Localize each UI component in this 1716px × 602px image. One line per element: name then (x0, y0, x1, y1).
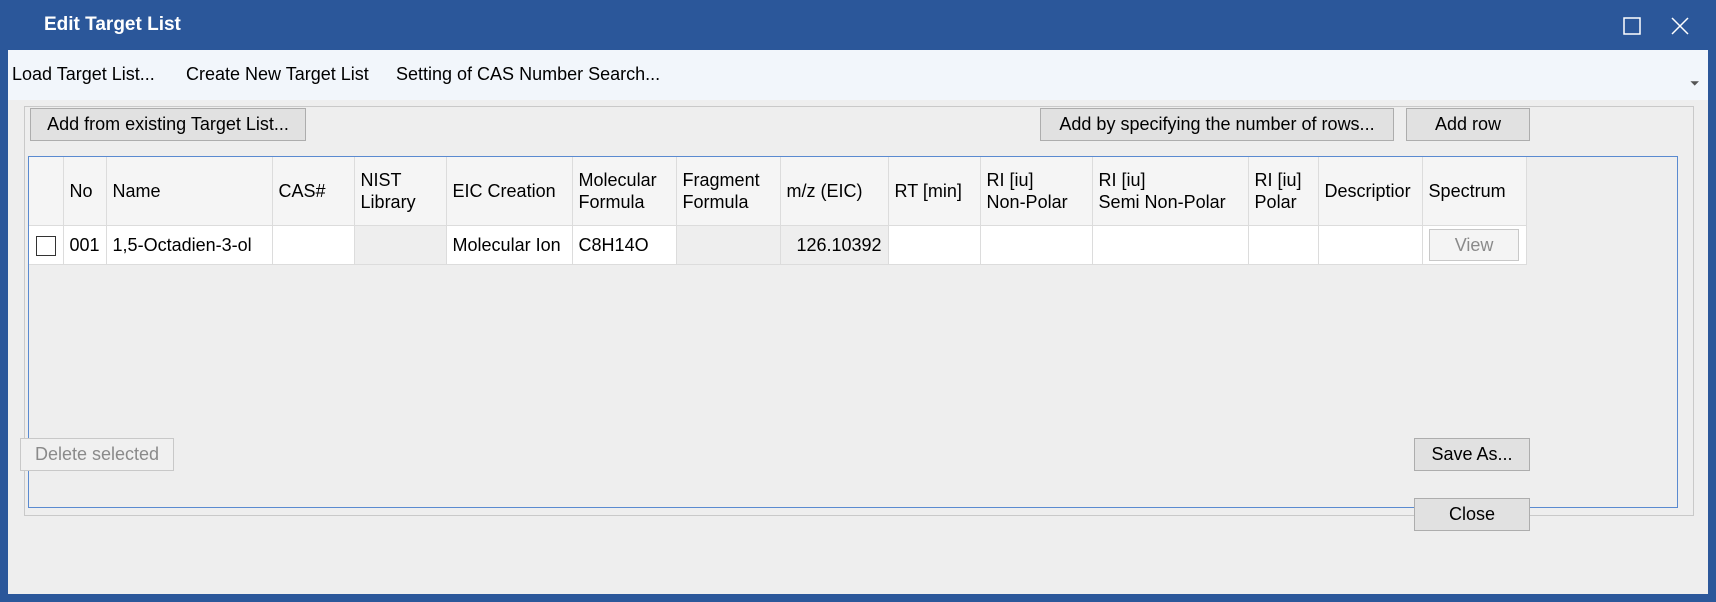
row-select-cell[interactable] (29, 225, 64, 265)
delete-selected-button[interactable]: Delete selected (20, 438, 174, 471)
add-by-rows-button[interactable]: Add by specifying the number of rows... (1040, 108, 1394, 141)
row-checkbox[interactable] (35, 235, 56, 256)
cell-ri-seminonpolar[interactable] (1092, 225, 1249, 265)
maximize-button[interactable] (1612, 8, 1652, 44)
cell-ri-polar[interactable] (1248, 225, 1319, 265)
add-row-button[interactable]: Add row (1406, 108, 1530, 141)
target-table: No Name CAS# NIST Library EIC Creation M… (29, 157, 1527, 265)
cell-cas[interactable] (272, 225, 355, 265)
col-header-mz-eic[interactable]: m/z (EIC) (780, 157, 889, 226)
col-header-description[interactable]: Descriptior (1318, 157, 1423, 226)
cell-spectrum: View (1422, 225, 1527, 265)
cell-molecular-formula[interactable]: C8H14O (572, 225, 677, 265)
cell-no[interactable]: 001 (63, 225, 107, 265)
menu-create-new-target-list[interactable]: Create New Target List (186, 64, 369, 85)
dialog-body: Load Target List... Create New Target Li… (8, 50, 1708, 594)
overflow-chevron-icon[interactable]: ⏷ (1690, 76, 1700, 91)
col-header-select (29, 157, 64, 226)
col-header-ri-polar[interactable]: RI [iu] Polar (1248, 157, 1319, 226)
add-from-existing-button[interactable]: Add from existing Target List... (30, 108, 306, 141)
save-as-button[interactable]: Save As... (1414, 438, 1530, 471)
menu-cas-number-search-setting[interactable]: Setting of CAS Number Search... (396, 64, 660, 85)
view-spectrum-button[interactable]: View (1429, 229, 1520, 261)
table-row[interactable]: 001 1,5-Octadien-3-ol Molecular Ion C8H1… (29, 225, 1527, 265)
cell-mz-eic: 126.10392 (780, 225, 889, 265)
col-header-ri-seminonpolar[interactable]: RI [iu] Semi Non-Polar (1092, 157, 1249, 226)
close-button[interactable]: Close (1414, 498, 1530, 531)
cell-nist-library (354, 225, 447, 265)
col-header-no[interactable]: No (63, 157, 107, 226)
menu-bar: Load Target List... Create New Target Li… (8, 50, 1708, 100)
cell-description[interactable] (1318, 225, 1423, 265)
window-title: Edit Target List (44, 14, 181, 35)
edit-target-list-window: Edit Target List Load Target List... Cre… (0, 0, 1716, 602)
col-header-name[interactable]: Name (106, 157, 273, 226)
menu-load-target-list[interactable]: Load Target List... (12, 64, 155, 85)
col-header-molecular-formula[interactable]: Molecular Formula (572, 157, 677, 226)
cell-ri-nonpolar[interactable] (980, 225, 1093, 265)
close-window-button[interactable] (1660, 8, 1700, 44)
col-header-nist-library[interactable]: NIST Library (354, 157, 447, 226)
col-header-fragment-formula[interactable]: Fragment Formula (676, 157, 781, 226)
cell-name[interactable]: 1,5-Octadien-3-ol (106, 225, 273, 265)
col-header-eic-creation[interactable]: EIC Creation (446, 157, 573, 226)
cell-fragment-formula (676, 225, 781, 265)
col-header-rt[interactable]: RT [min] (888, 157, 981, 226)
col-header-ri-nonpolar[interactable]: RI [iu] Non-Polar (980, 157, 1093, 226)
cell-eic-creation[interactable]: Molecular Ion (446, 225, 573, 265)
col-header-spectrum[interactable]: Spectrum (1422, 157, 1527, 226)
title-bar: Edit Target List (0, 0, 1716, 50)
cell-rt[interactable] (888, 225, 981, 265)
maximize-icon (1623, 17, 1641, 35)
col-header-cas[interactable]: CAS# (272, 157, 355, 226)
close-icon (1671, 17, 1689, 35)
table-header-row: No Name CAS# NIST Library EIC Creation M… (29, 157, 1527, 226)
